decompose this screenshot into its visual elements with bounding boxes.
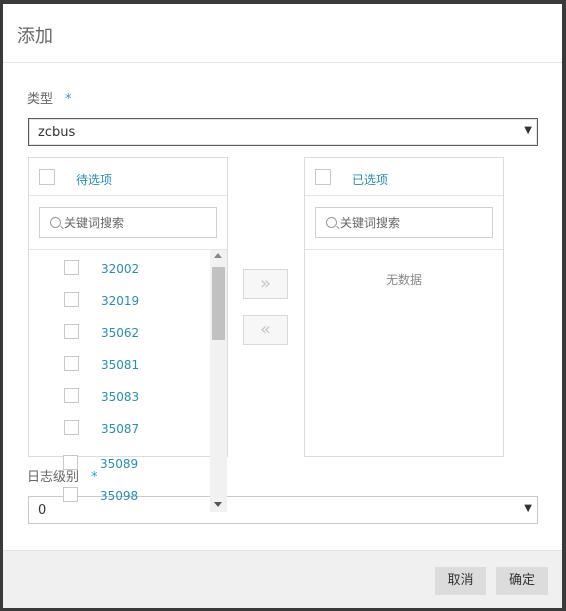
target-search-input[interactable] [340,214,488,232]
search-icon [326,217,337,228]
target-select-all-checkbox[interactable] [315,169,331,185]
item-label: 35081 [101,358,140,372]
source-panel-header: 待选项 [29,158,227,196]
move-to-right-button[interactable]: » [243,269,288,299]
source-search-input[interactable] [64,214,212,232]
item-checkbox[interactable] [64,260,79,275]
item-label: 35089 [100,457,139,471]
list-item[interactable]: 35087 [29,414,210,446]
source-search-area [29,196,227,250]
target-panel-title: 已选项 [352,173,389,187]
type-label-text: 类型 [27,92,54,107]
confirm-button[interactable]: 确定 [496,567,548,595]
chevron-down-icon: ▼ [524,503,532,514]
item-checkbox[interactable] [64,388,79,403]
transfer-target-panel: 已选项 无数据 [304,157,504,457]
item-checkbox[interactable] [64,292,79,307]
source-search-box[interactable] [39,207,217,238]
list-item[interactable]: 35083 [29,382,210,414]
type-required-mark: * [65,92,72,107]
transfer-source-panel: 待选项 32002 32019 35062 35081 35083 35087 [28,157,228,512]
move-to-left-button[interactable]: « [243,315,288,345]
item-label: 32002 [101,262,140,276]
item-checkbox[interactable] [64,420,79,435]
scroll-up-arrow-icon[interactable] [214,253,222,258]
dialog-footer: 取消 确定 [3,550,562,608]
list-item[interactable]: 35089 [28,449,209,481]
item-checkbox[interactable] [63,487,78,502]
list-item[interactable]: 35062 [29,318,210,350]
list-item[interactable]: 32019 [29,286,210,318]
item-checkbox[interactable] [64,324,79,339]
target-search-area [305,196,503,250]
target-panel-header: 已选项 [305,158,503,196]
scroll-down-arrow-icon[interactable] [214,502,222,507]
source-panel-title: 待选项 [76,173,113,187]
target-search-box[interactable] [315,207,493,238]
source-select-all-checkbox[interactable] [39,169,55,185]
list-item[interactable]: 32002 [29,254,210,286]
cancel-button[interactable]: 取消 [435,567,486,595]
type-select-value: zcbus [38,125,76,140]
item-checkbox[interactable] [64,356,79,371]
type-select[interactable]: zcbus ▼ [28,118,538,146]
item-label: 35087 [101,422,140,436]
source-item-list: 32002 32019 35062 35081 35083 35087 [29,250,210,456]
type-label: 类型 * [27,88,72,107]
item-label: 35062 [101,326,140,340]
empty-state-text: 无数据 [385,273,422,287]
item-label: 32019 [101,294,140,308]
source-list-scrollbar[interactable] [210,250,227,512]
item-label: 35098 [100,489,139,503]
chevron-down-icon: ▼ [524,125,532,136]
list-item[interactable]: 35081 [29,350,210,382]
item-checkbox[interactable] [63,455,78,470]
add-dialog: 添加 类型 * zcbus ▼ 待选项 32002 32019 35062 350… [3,4,562,608]
scrollbar-thumb[interactable] [212,267,225,340]
dialog-title: 添加 [17,26,53,47]
search-icon [50,217,61,228]
list-item[interactable]: 35098 [28,481,209,513]
item-label: 35083 [101,390,140,404]
dialog-header: 添加 [3,4,562,63]
